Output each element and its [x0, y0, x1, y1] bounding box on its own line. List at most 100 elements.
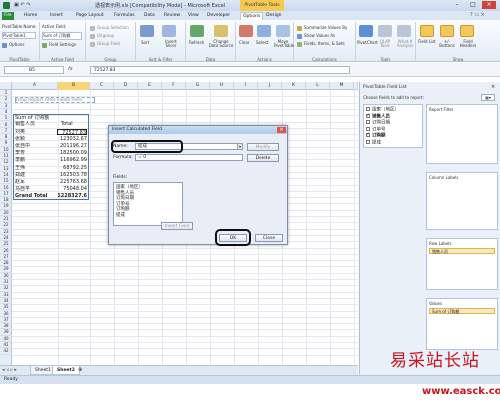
field-item[interactable]: 订购额 — [366, 132, 386, 139]
pivot-row-value[interactable]: 123032.67 — [57, 136, 87, 142]
pivot-row-label[interactable]: 马自平 — [15, 186, 55, 192]
column-header-b[interactable]: B — [58, 82, 90, 90]
tab-view[interactable]: View — [186, 12, 201, 20]
pivot-row-label[interactable]: 赵军 — [15, 179, 55, 185]
what-if-icon[interactable] — [397, 25, 411, 37]
insert-slicer-icon[interactable] — [162, 25, 176, 37]
pivot-row-value[interactable]: 75048.04 — [57, 186, 87, 192]
active-field-input[interactable]: Sum of 订购额 — [42, 32, 82, 40]
select-all-corner[interactable] — [0, 82, 12, 90]
column-header-a[interactable]: A — [12, 82, 58, 90]
field-headers-icon[interactable] — [460, 25, 474, 37]
fields-items-sets-button[interactable]: Fields, Items, & Sets — [297, 41, 345, 47]
fields-listbox[interactable]: 国家（地区） 销售人员 订购日期 订单号 订购额 提成 — [113, 182, 183, 226]
summarize-values-by-button[interactable]: Summarize Values By — [297, 25, 347, 31]
values-pill[interactable]: Sum of 订购额 — [429, 308, 495, 314]
tab-design[interactable]: Design — [264, 12, 284, 20]
column-header-k[interactable]: K — [282, 82, 306, 90]
checkbox-icon[interactable] — [366, 139, 370, 144]
group-selection-button[interactable]: Group Selection — [90, 25, 129, 31]
insert-sheet-icon[interactable]: ⊕ — [78, 367, 86, 374]
dialog-field-item[interactable]: 提成 — [116, 213, 125, 219]
excel-app-icon[interactable] — [3, 2, 10, 9]
pivot-row-value[interactable]: 182500.09 — [57, 150, 87, 156]
report-filter-area[interactable]: Report Filter — [426, 104, 498, 164]
pane-close-icon[interactable]: × — [491, 84, 495, 90]
pivotchart-icon[interactable] — [359, 25, 373, 37]
minimize-icon[interactable]: – — [450, 1, 464, 9]
pivot-row-label[interactable]: 张自中 — [15, 143, 55, 149]
row-header[interactable]: 42 — [0, 348, 12, 355]
sort-icon[interactable] — [140, 25, 154, 37]
checkbox-icon[interactable] — [366, 120, 370, 124]
tab-insert[interactable]: Insert — [48, 12, 65, 20]
column-header-c[interactable]: C — [90, 82, 114, 90]
pivot-row-label[interactable]: 刘英 — [15, 129, 55, 135]
quick-access-toolbar[interactable]: ▣ ↶ ↷ — [14, 2, 38, 9]
tab-file[interactable]: File — [2, 12, 14, 20]
values-area[interactable]: Values Sum of 订购额 — [426, 298, 498, 350]
layout-options-icon[interactable]: ▦▾ — [481, 94, 495, 101]
show-values-as-button[interactable]: Show Values As — [297, 33, 335, 39]
pivot-row-value[interactable]: 116962.99 — [57, 157, 87, 163]
field-list-icon[interactable] — [420, 25, 434, 37]
fx-icon[interactable]: fx — [68, 66, 73, 72]
column-header-h[interactable]: H — [210, 82, 234, 90]
sheet-tab-sheet2[interactable]: Sheet2 — [52, 366, 80, 375]
pivottable-name-input[interactable]: PivotTable1 — [2, 32, 36, 39]
checkbox-icon[interactable] — [366, 132, 370, 138]
field-settings-button[interactable]: Field Settings — [42, 42, 76, 48]
buttons-icon[interactable] — [440, 25, 454, 37]
pivot-row-value[interactable]: 225763.68 — [57, 179, 87, 185]
checkbox-icon[interactable] — [366, 107, 370, 111]
column-header-m[interactable]: M — [330, 82, 354, 90]
delete-button[interactable]: Delete — [247, 154, 279, 162]
dialog-close-icon[interactable]: × — [277, 127, 286, 133]
pivot-row-header[interactable]: 销售人员 — [15, 121, 55, 127]
column-header-l[interactable]: L — [306, 82, 330, 90]
group-field-button[interactable]: Group Field — [90, 41, 120, 47]
tab-page-layout[interactable]: Page Layout — [74, 12, 106, 20]
name-box[interactable]: B5 — [4, 66, 64, 74]
pivot-row-label[interactable]: 郑建 — [15, 172, 55, 178]
help-icon[interactable]: ? ▭ × — [470, 12, 485, 18]
close-button[interactable]: Close — [255, 234, 283, 242]
options-button[interactable]: Options — [2, 42, 24, 48]
column-labels-area[interactable]: Column Labels — [426, 172, 498, 230]
change-data-source-icon[interactable] — [214, 25, 228, 37]
pivot-row-value[interactable]: 72527.83 — [57, 129, 87, 135]
tab-review[interactable]: Review — [162, 12, 182, 20]
checkbox-icon[interactable] — [366, 126, 370, 131]
tab-formulas[interactable]: Formulas — [112, 12, 137, 20]
close-window-icon[interactable]: × — [482, 1, 496, 9]
pivot-row-label[interactable]: 李鹏 — [15, 157, 55, 163]
column-header-j[interactable]: J — [258, 82, 282, 90]
checkbox-icon[interactable] — [366, 113, 370, 119]
field-item[interactable]: 提成 — [366, 139, 381, 146]
clear-icon[interactable] — [239, 25, 253, 37]
pivot-row-label[interactable]: 张颖 — [15, 136, 55, 142]
tab-data[interactable]: Data — [142, 12, 157, 20]
formula-input[interactable]: 72527.83 — [90, 66, 350, 74]
row-labels-pill[interactable]: 销售人员 — [429, 248, 495, 254]
pivot-row-label[interactable]: 王伟 — [15, 165, 55, 171]
ungroup-button[interactable]: Ungroup — [90, 33, 114, 39]
refresh-icon[interactable] — [190, 25, 204, 37]
column-header-i[interactable]: I — [234, 82, 258, 90]
column-header-d[interactable]: D — [114, 82, 138, 90]
pivot-row-label[interactable]: 李芳 — [15, 150, 55, 156]
olap-tools-icon[interactable] — [378, 25, 392, 37]
insert-field-button[interactable]: Insert Field — [161, 222, 193, 230]
field-item[interactable]: 销售人员 — [366, 113, 390, 120]
column-header-e[interactable]: E — [138, 82, 162, 90]
move-pivottable-icon[interactable] — [276, 25, 290, 37]
column-header-f[interactable]: F — [162, 82, 186, 90]
sheet-nav-arrows-icon[interactable]: ◂ ◃ ▹ ▸ — [2, 367, 17, 373]
name-dropdown-icon[interactable]: ▾ — [237, 143, 243, 150]
maximize-icon[interactable]: □ — [466, 1, 480, 9]
field-item[interactable]: 订购日期 — [366, 120, 390, 126]
select-icon[interactable] — [257, 25, 271, 37]
modify-button[interactable]: Modify — [247, 143, 279, 151]
tab-developer[interactable]: Developer — [205, 12, 232, 20]
tab-home[interactable]: Home — [22, 12, 39, 20]
